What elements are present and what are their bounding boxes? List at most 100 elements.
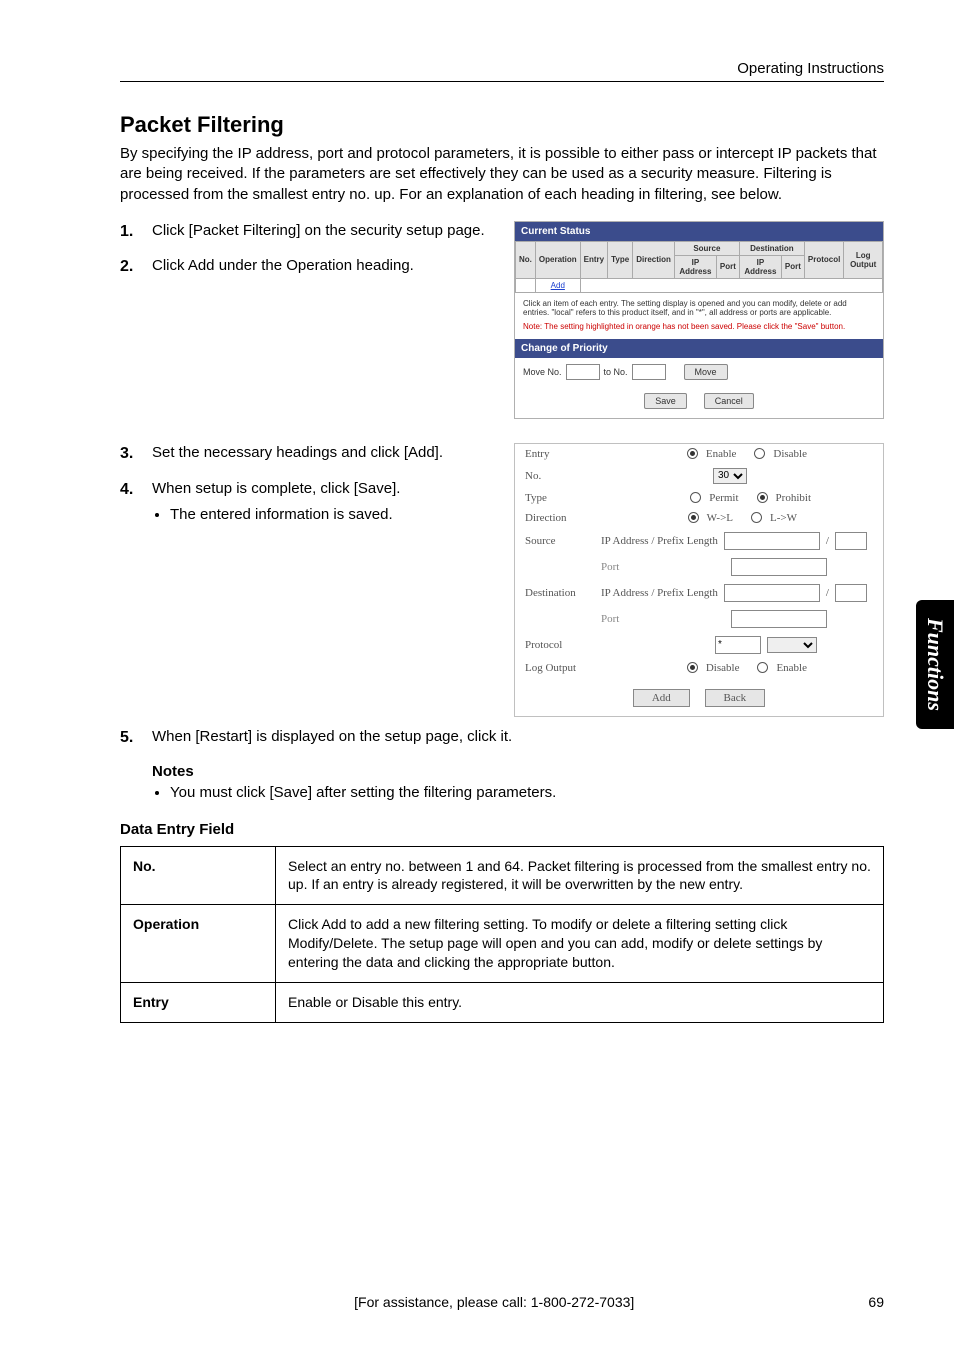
- col-protocol: Protocol: [804, 241, 843, 278]
- source-ip-input[interactable]: [724, 532, 820, 550]
- move-from-input[interactable]: [566, 364, 600, 380]
- dest-port-label: Port: [601, 613, 619, 625]
- step-sub-bullet: The entered information is saved.: [170, 505, 400, 525]
- col-no: No.: [516, 241, 536, 278]
- note-item: You must click [Save] after setting the …: [170, 784, 884, 801]
- screenshot-current-status: Current Status No. Operation Entry Type …: [514, 221, 884, 419]
- field-label: Entry: [121, 982, 276, 1022]
- table-row: No. Select an entry no. between 1 and 64…: [121, 846, 884, 905]
- entry-disable-radio[interactable]: [754, 448, 765, 459]
- step-text: Click Add under the Operation heading.: [152, 256, 414, 278]
- col-dest-port: Port: [781, 255, 804, 278]
- side-tab-functions: Functions: [916, 600, 954, 729]
- protocol-select[interactable]: [767, 637, 817, 653]
- field-desc: Select an entry no. between 1 and 64. Pa…: [276, 846, 884, 905]
- step-text: When setup is complete, click [Save]. Th…: [152, 479, 400, 526]
- back-button[interactable]: Back: [705, 689, 766, 707]
- col-source-port: Port: [716, 255, 739, 278]
- cell-blank: [580, 278, 882, 292]
- step-number: 5.: [120, 727, 140, 749]
- step-number: 4.: [120, 479, 140, 526]
- step-text: Set the necessary headings and click [Ad…: [152, 443, 443, 465]
- log-enable-text: Enable: [776, 662, 807, 674]
- entry-label: Entry: [525, 448, 595, 460]
- log-disable-radio[interactable]: [687, 662, 698, 673]
- page-number: 69: [868, 1294, 884, 1310]
- col-source: Source: [674, 241, 739, 255]
- no-select[interactable]: 30: [713, 468, 747, 484]
- log-disable-text: Disable: [706, 662, 740, 674]
- source-port-label: Port: [601, 561, 619, 573]
- field-table: No. Select an entry no. between 1 and 64…: [120, 846, 884, 1023]
- step-text: When [Restart] is displayed on the setup…: [152, 727, 512, 749]
- panel-title-priority: Change of Priority: [515, 339, 883, 358]
- move-button[interactable]: Move: [684, 364, 728, 380]
- col-operation: Operation: [535, 241, 580, 278]
- entry-enable-text: Enable: [706, 448, 737, 460]
- dest-port-input[interactable]: [731, 610, 827, 628]
- no-label: No.: [525, 470, 595, 482]
- dest-prefix-input[interactable]: [835, 584, 867, 602]
- col-type: Type: [608, 241, 633, 278]
- dest-label: Destination: [525, 587, 595, 599]
- direction-wl-radio[interactable]: [688, 512, 699, 523]
- slash: /: [826, 587, 829, 599]
- source-port-input[interactable]: [731, 558, 827, 576]
- dest-ip-input[interactable]: [724, 584, 820, 602]
- step-text: Click [Packet Filtering] on the security…: [152, 221, 485, 243]
- entry-enable-radio[interactable]: [687, 448, 698, 459]
- field-label: No.: [121, 846, 276, 905]
- screenshot-entry-form: Entry Enable Disable No. 30 Type: [514, 443, 884, 717]
- type-permit-radio[interactable]: [690, 492, 701, 503]
- type-prohibit-radio[interactable]: [757, 492, 768, 503]
- notes-heading: Notes: [152, 763, 884, 780]
- source-ip-label: IP Address / Prefix Length: [601, 535, 718, 547]
- col-direction: Direction: [633, 241, 675, 278]
- field-label: Operation: [121, 905, 276, 983]
- footer-assist: [For assistance, please call: 1-800-272-…: [120, 1294, 868, 1310]
- add-button[interactable]: Add: [633, 689, 690, 707]
- field-desc: Click Add to add a new filtering setting…: [276, 905, 884, 983]
- col-source-ip: IP Address: [674, 255, 716, 278]
- col-dest-ip: IP Address: [739, 255, 781, 278]
- slash: /: [826, 535, 829, 547]
- direction-wl-text: W->L: [707, 512, 733, 524]
- table-row: Operation Click Add to add a new filteri…: [121, 905, 884, 983]
- add-link[interactable]: Add: [535, 278, 580, 292]
- step-number: 3.: [120, 443, 140, 465]
- save-button[interactable]: Save: [644, 393, 687, 409]
- field-desc: Enable or Disable this entry.: [276, 982, 884, 1022]
- move-to-input[interactable]: [632, 364, 666, 380]
- move-label: Move No.: [523, 367, 562, 377]
- table-row: Entry Enable or Disable this entry.: [121, 982, 884, 1022]
- direction-label: Direction: [525, 512, 595, 524]
- step-number: 2.: [120, 256, 140, 278]
- entry-disable-text: Disable: [773, 448, 807, 460]
- col-logoutput: Log Output: [844, 241, 883, 278]
- source-label: Source: [525, 535, 595, 547]
- direction-lw-radio[interactable]: [751, 512, 762, 523]
- dest-ip-label: IP Address / Prefix Length: [601, 587, 718, 599]
- intro-paragraph: By specifying the IP address, port and p…: [120, 144, 884, 205]
- direction-lw-text: L->W: [770, 512, 797, 524]
- protocol-input[interactable]: [715, 636, 761, 654]
- cancel-button[interactable]: Cancel: [704, 393, 754, 409]
- save-note: Note: The setting highlighted in orange …: [515, 320, 883, 339]
- col-destination: Destination: [739, 241, 804, 255]
- to-label: to No.: [604, 367, 628, 377]
- page-title: Packet Filtering: [120, 112, 884, 138]
- log-enable-radio[interactable]: [757, 662, 768, 673]
- cell-blank: [516, 278, 536, 292]
- type-permit-text: Permit: [709, 492, 738, 504]
- data-entry-heading: Data Entry Field: [120, 821, 884, 838]
- source-prefix-input[interactable]: [835, 532, 867, 550]
- page-header: Operating Instructions: [120, 60, 884, 82]
- table-caption: Click an item of each entry. The setting…: [515, 293, 883, 320]
- logoutput-label: Log Output: [525, 662, 595, 674]
- status-table: No. Operation Entry Type Direction Sourc…: [515, 241, 883, 293]
- type-label: Type: [525, 492, 595, 504]
- type-prohibit-text: Prohibit: [776, 492, 811, 504]
- panel-title: Current Status: [515, 222, 883, 241]
- step-number: 1.: [120, 221, 140, 243]
- col-entry: Entry: [580, 241, 607, 278]
